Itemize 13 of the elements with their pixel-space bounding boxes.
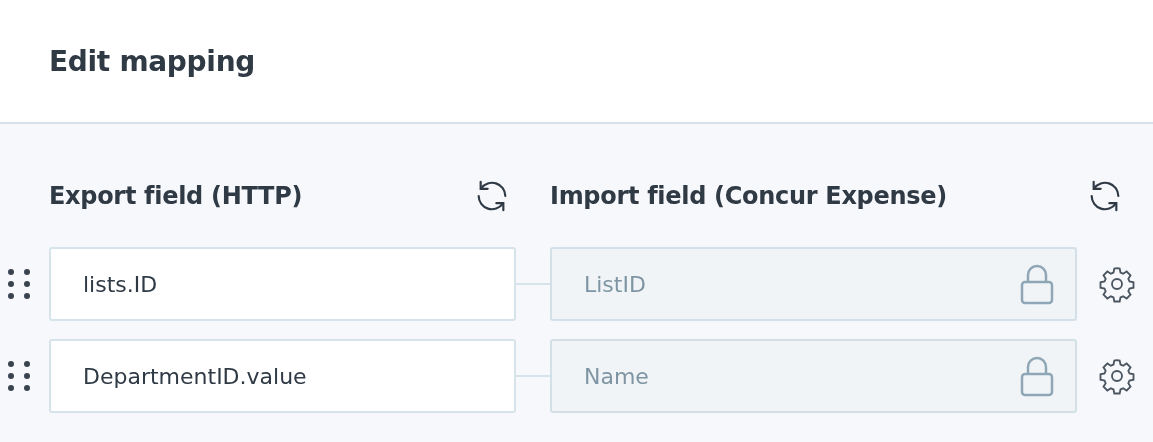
column-heading: Export field (HTTP) [49, 182, 303, 210]
settings-icon [1097, 356, 1137, 396]
settings-icon [1097, 264, 1137, 304]
export-field[interactable]: lists.ID [49, 247, 516, 321]
settings-button[interactable] [1097, 264, 1137, 304]
lock-icon [1019, 355, 1055, 397]
column-heading: Import field (Concur Expense) [550, 182, 947, 210]
export-field[interactable]: DepartmentID.value [49, 339, 516, 413]
drag-handle-icon[interactable] [7, 269, 30, 299]
settings-button[interactable] [1097, 356, 1137, 396]
lock-icon [1019, 263, 1055, 305]
drag-handle-icon[interactable] [7, 361, 30, 391]
dialog-title: Edit mapping [49, 44, 256, 78]
